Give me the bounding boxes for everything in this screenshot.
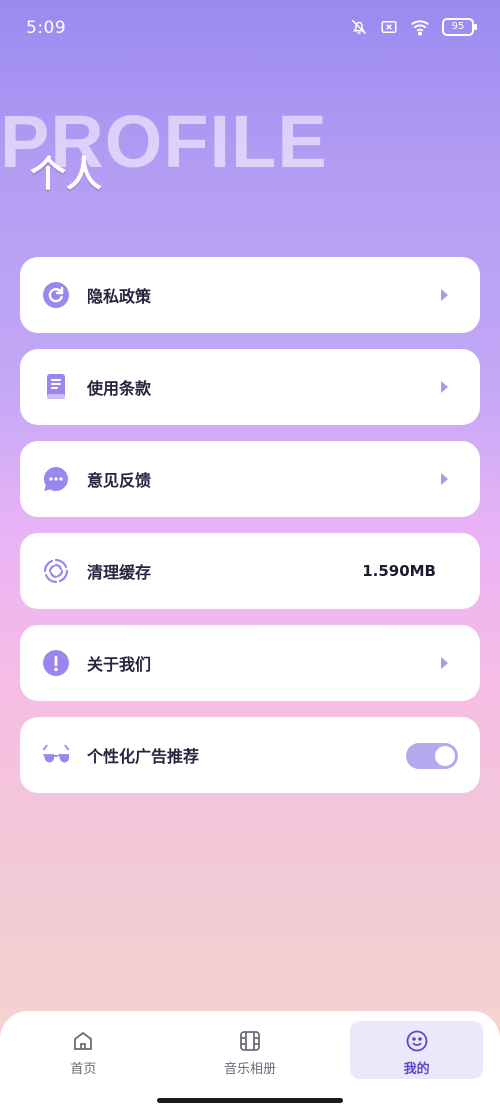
sim-off-icon (380, 18, 398, 36)
menu-item-about-us[interactable]: 关于我们 (20, 625, 480, 701)
toggle-knob (435, 746, 455, 766)
battery-icon: 95 (442, 18, 477, 36)
document-icon (42, 373, 70, 401)
bottom-tab-bar: 首页 音乐相册 我的 (0, 1011, 500, 1111)
cache-size-value: 1.590MB (362, 562, 436, 580)
settings-menu: 隐私政策 使用条款 意见反馈 清理缓存 1.590MB 关于我们 个性化广告推荐 (20, 257, 480, 809)
tab-label: 首页 (70, 1062, 97, 1077)
tab-mine[interactable]: 我的 (333, 1011, 500, 1111)
profile-header: PROFILE 个人 (0, 95, 500, 215)
personalized-ads-toggle[interactable] (406, 743, 458, 769)
film-icon (238, 1029, 262, 1053)
menu-item-label: 清理缓存 (87, 563, 152, 582)
chevron-right-icon (441, 473, 448, 485)
home-icon (71, 1029, 95, 1053)
menu-item-label: 隐私政策 (87, 287, 152, 306)
status-icons: 95 (350, 18, 477, 36)
menu-item-privacy-policy[interactable]: 隐私政策 (20, 257, 480, 333)
menu-item-label: 个性化广告推荐 (87, 747, 200, 766)
tab-label: 音乐相册 (224, 1062, 277, 1077)
mute-icon (350, 18, 368, 36)
page-title: 个人 (30, 154, 103, 195)
menu-item-label: 使用条款 (87, 379, 152, 398)
status-time: 5:09 (26, 18, 67, 38)
menu-item-feedback[interactable]: 意见反馈 (20, 441, 480, 517)
refresh-icon (42, 281, 70, 309)
chat-icon (42, 465, 70, 493)
menu-item-label: 意见反馈 (87, 471, 152, 490)
menu-item-terms-of-use[interactable]: 使用条款 (20, 349, 480, 425)
chevron-right-icon (441, 289, 448, 301)
smile-icon (405, 1029, 429, 1053)
menu-item-clear-cache[interactable]: 清理缓存 1.590MB (20, 533, 480, 609)
chevron-right-icon (441, 657, 448, 669)
spinner-icon (42, 557, 70, 585)
glasses-icon (42, 741, 70, 769)
tab-label: 我的 (403, 1062, 430, 1077)
home-indicator[interactable] (157, 1098, 343, 1103)
tab-home[interactable]: 首页 (0, 1011, 167, 1111)
wifi-icon (410, 18, 430, 36)
status-bar: 5:09 95 (0, 0, 500, 58)
chevron-right-icon (441, 381, 448, 393)
tab-music-album[interactable]: 音乐相册 (167, 1011, 334, 1111)
info-icon (42, 649, 70, 677)
menu-item-personalized-ads: 个性化广告推荐 (20, 717, 480, 793)
menu-item-label: 关于我们 (87, 655, 152, 674)
